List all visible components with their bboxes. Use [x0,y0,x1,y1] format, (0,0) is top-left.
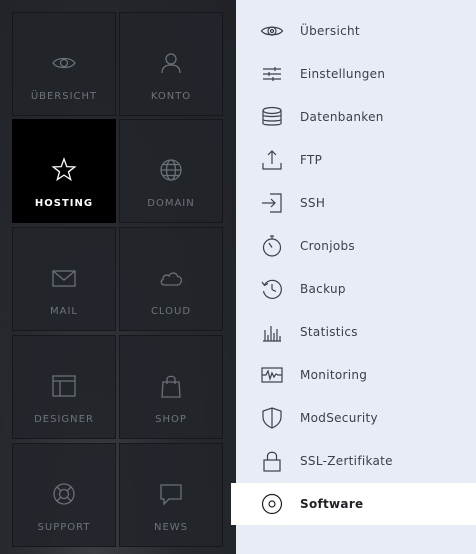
menu-item-label: Einstellungen [300,67,386,81]
menu-item-backup[interactable]: Backup [236,268,476,310]
cloud-icon [157,264,185,292]
menu-item-label: FTP [300,153,323,167]
lifebuoy-icon [50,480,78,508]
tile-cloud[interactable]: CLOUD [119,227,223,331]
history-icon [260,277,284,301]
bar-chart-icon [260,320,284,344]
login-arrow-icon [260,191,284,215]
globe-icon [157,156,185,184]
eye-icon [50,49,78,77]
tile-label: KONTO [150,91,192,102]
tile-label: SHOP [155,414,187,425]
menu-item-ssh[interactable]: SSH [236,182,476,224]
tile-shop[interactable]: SHOP [119,335,223,439]
menu-item-label: Monitoring [300,368,368,382]
menu-item-label: Statistics [300,325,358,339]
menu-item-label: SSH [300,196,326,210]
shopping-bag-icon [157,372,185,400]
lock-icon [260,449,284,473]
tile-label: SUPPORT [37,522,91,533]
menu-item-ftp[interactable]: FTP [236,139,476,181]
tile-mail[interactable]: MAIL [12,227,116,331]
tile-news[interactable]: NEWS [119,443,223,547]
tile-label: NEWS [153,522,189,533]
menu-item-cronjobs[interactable]: Cronjobs [236,225,476,267]
user-icon [157,49,185,77]
tile-label: HOSTING [34,198,94,209]
hosting-submenu: Übersicht Einstellungen Datenbanken FTP … [231,0,476,554]
menu-item-einstellungen[interactable]: Einstellungen [236,53,476,95]
menu-item-label: SSL-Zertifikate [300,454,393,468]
shield-icon [260,406,284,430]
menu-item-label: ModSecurity [300,411,378,425]
database-icon [260,105,284,129]
tile-hosting[interactable]: HOSTING [12,119,116,223]
menu-item-ssl-zertifikate[interactable]: SSL-Zertifikate [236,440,476,482]
speech-bubble-icon [157,480,185,508]
tile-label: DESIGNER [34,414,94,425]
menu-item-modsecurity[interactable]: ModSecurity [236,397,476,439]
tile-label: MAIL [50,306,78,317]
pulse-icon [260,363,284,387]
envelope-icon [50,264,78,292]
tile-konto[interactable]: KONTO [119,12,223,116]
tile-label: CLOUD [150,306,192,317]
tile-domain[interactable]: DOMAIN [119,119,223,223]
menu-item-label: Cronjobs [300,239,355,253]
sliders-icon [260,62,284,86]
menu-item-datenbanken[interactable]: Datenbanken [236,96,476,138]
menu-item-label: Datenbanken [300,110,384,124]
main-navigation-grid: ÜBERSICHT KONTO HOSTING DOMAIN MAIL CLOU… [0,0,236,554]
menu-item-software[interactable]: Software [231,483,476,525]
tile-uebersicht[interactable]: ÜBERSICHT [12,12,116,116]
upload-icon [260,148,284,172]
menu-item-statistics[interactable]: Statistics [236,311,476,353]
menu-item-monitoring[interactable]: Monitoring [236,354,476,396]
menu-item-uebersicht[interactable]: Übersicht [236,10,476,52]
tile-support[interactable]: SUPPORT [12,443,116,547]
menu-item-label: Software [300,497,364,511]
tile-label: ÜBERSICHT [30,91,98,102]
menu-item-label: Übersicht [300,24,360,38]
stopwatch-icon [260,234,284,258]
layout-icon [50,372,78,400]
star-icon [50,156,78,184]
menu-item-label: Backup [300,282,346,296]
eye-icon [260,19,284,43]
tile-designer[interactable]: DESIGNER [12,335,116,439]
tile-label: DOMAIN [147,198,195,209]
disc-icon [260,492,284,516]
